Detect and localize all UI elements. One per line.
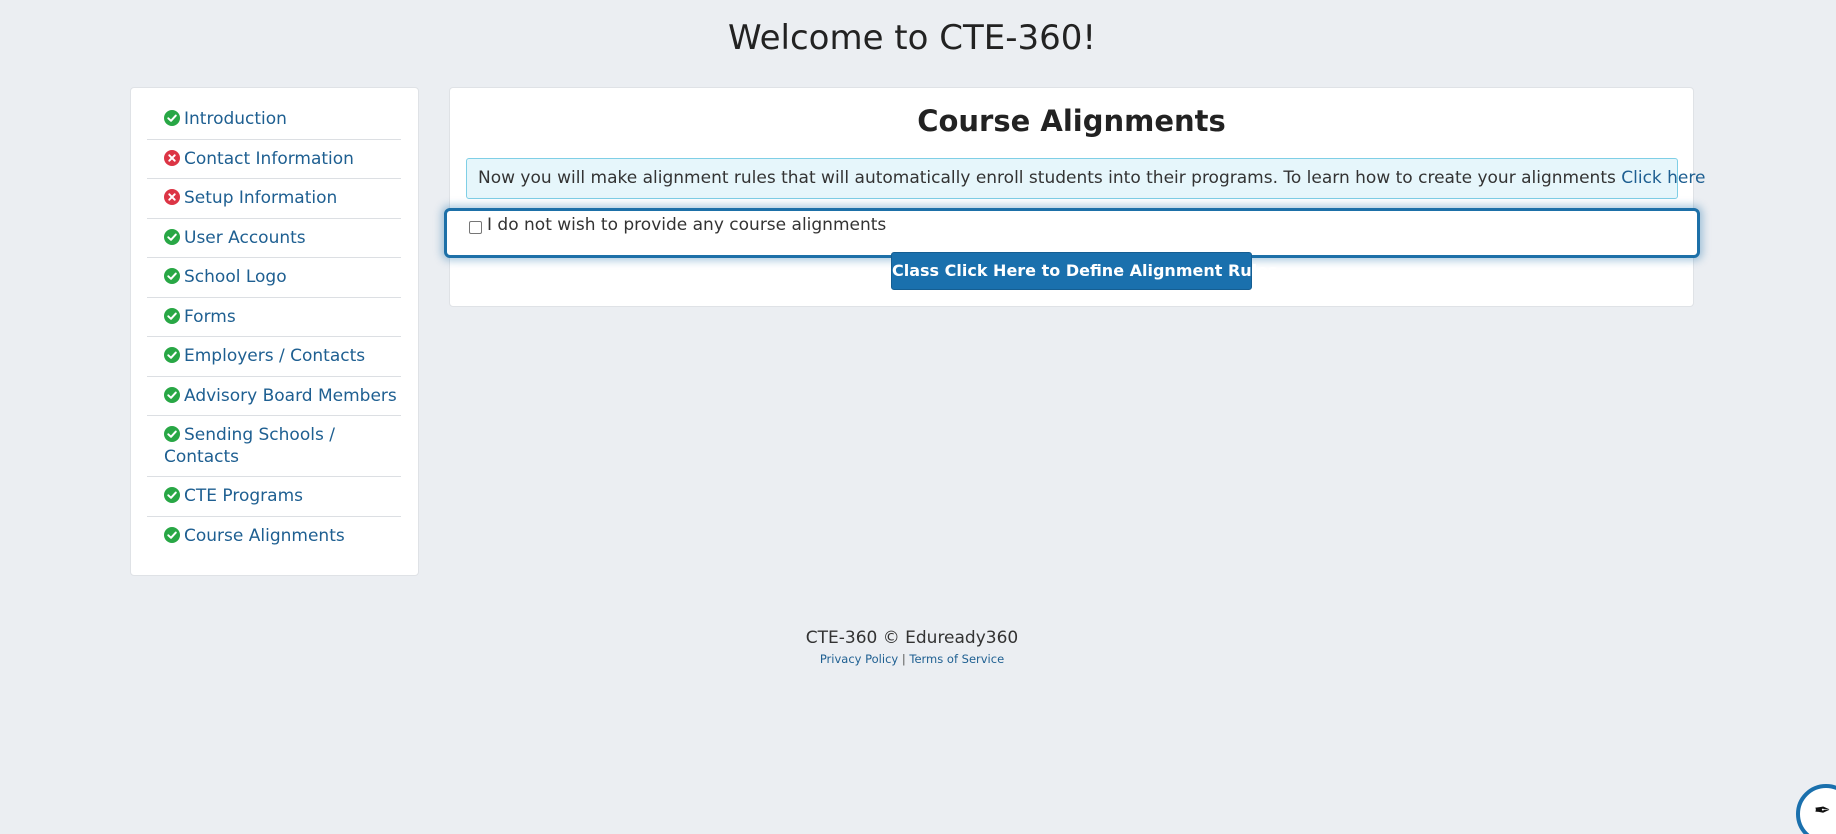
sidebar-item-employers-contacts[interactable]: Employers / Contacts bbox=[147, 337, 401, 377]
check-circle-icon bbox=[164, 487, 180, 503]
setup-sidebar: Introduction Contact Information Setup Inf… bbox=[130, 87, 419, 576]
sidebar-item-label: School Logo bbox=[184, 267, 287, 287]
section-title: Course Alignments bbox=[917, 104, 1226, 138]
check-circle-icon bbox=[164, 347, 180, 363]
check-circle-icon bbox=[164, 228, 180, 245]
sidebar-item-advisory-board-members[interactable]: Advisory Board Members bbox=[147, 377, 401, 416]
sidebar-item-label: Contact Information bbox=[184, 148, 354, 169]
terms-of-service-link[interactable]: Terms of Service bbox=[909, 652, 1004, 666]
optout-label[interactable]: I do not wish to provide any course alig… bbox=[487, 215, 886, 235]
sidebar-item-label: Sending Schools / Contacts bbox=[164, 425, 335, 467]
sidebar-item-label: Forms bbox=[184, 306, 236, 327]
footer-copyright: CTE-360 © Eduready360 bbox=[805, 628, 1019, 648]
sidebar-list: Introduction Contact Information Setup Inf… bbox=[147, 100, 401, 556]
help-widget-icon: ✒ bbox=[1814, 798, 1831, 822]
sidebar-item-contact-information[interactable]: Contact Information bbox=[147, 140, 401, 179]
privacy-policy-link[interactable]: Privacy Policy bbox=[820, 652, 898, 666]
info-text: Now you will make alignment rules that w… bbox=[478, 168, 1622, 188]
sidebar-item-cte-programs[interactable]: CTE Programs bbox=[147, 477, 401, 517]
footer: CTE-360 © Eduready360 Privacy Policy | T… bbox=[0, 628, 1824, 666]
page: Welcome to CTE-360! Introduction Contact … bbox=[0, 0, 1836, 834]
footer-separator: | bbox=[898, 652, 910, 666]
sidebar-item-label: User Accounts bbox=[184, 227, 306, 248]
sidebar-item-forms[interactable]: Forms bbox=[147, 298, 401, 337]
sidebar-item-course-alignments[interactable]: Course Alignments bbox=[147, 517, 401, 557]
sidebar-item-sending-schools-contacts[interactable]: Sending Schools / Contacts bbox=[147, 416, 401, 477]
sidebar-item-label: Introduction bbox=[184, 109, 287, 129]
check-circle-icon bbox=[164, 526, 180, 543]
sidebar-item-setup-information[interactable]: Setup Information bbox=[147, 179, 401, 219]
x-circle-icon bbox=[164, 149, 180, 166]
check-circle-icon bbox=[164, 268, 180, 284]
sidebar-item-label: Employers / Contacts bbox=[184, 346, 366, 366]
sidebar-item-school-logo[interactable]: School Logo bbox=[147, 258, 401, 298]
sidebar-item-label: Course Alignments bbox=[184, 525, 345, 546]
info-alert: Now you will make alignment rules that w… bbox=[466, 158, 1705, 199]
footer-links: Privacy Policy | Terms of Service bbox=[0, 652, 1824, 666]
sidebar-item-label: Advisory Board Members bbox=[184, 385, 397, 406]
check-circle-icon bbox=[164, 426, 180, 442]
sidebar-item-label: Setup Information bbox=[184, 188, 338, 208]
sidebar-item-label: CTE Programs bbox=[184, 486, 303, 506]
sidebar-item-introduction[interactable]: Introduction bbox=[147, 100, 401, 140]
page-title: Welcome to CTE-360! bbox=[727, 18, 1097, 58]
sidebar-item-user-accounts[interactable]: User Accounts bbox=[147, 219, 401, 258]
define-alignment-rules-button[interactable]: Class Click Here to Define Alignment Rul… bbox=[891, 252, 1278, 290]
x-circle-icon bbox=[164, 189, 180, 205]
optout-container: I do not wish to provide any course alig… bbox=[444, 208, 1700, 258]
help-widget-button[interactable]: ✒ bbox=[1796, 784, 1836, 834]
check-circle-icon bbox=[164, 386, 180, 403]
info-click-here-link[interactable]: Click here bbox=[1621, 168, 1705, 188]
optout-checkbox[interactable] bbox=[469, 221, 482, 234]
check-circle-icon bbox=[164, 307, 180, 324]
check-circle-icon bbox=[164, 110, 180, 126]
